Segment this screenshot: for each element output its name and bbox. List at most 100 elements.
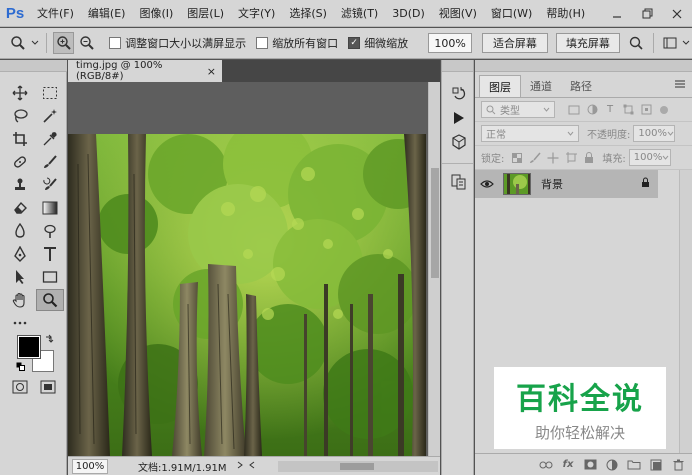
layers-scrollbar[interactable] (679, 170, 692, 453)
menu-type[interactable]: 文字(Y) (231, 0, 282, 27)
checkbox-unchecked[interactable] (109, 37, 122, 49)
fit-screen-button[interactable]: 适合屏幕 (481, 33, 548, 53)
menu-3d[interactable]: 3D(D) (385, 0, 432, 27)
workspace-icon[interactable] (660, 32, 681, 54)
rectangle-tool-icon[interactable] (36, 266, 64, 288)
default-colors-icon[interactable] (16, 362, 26, 375)
screen-mode-icon[interactable] (40, 380, 56, 397)
blur-tool-icon[interactable] (6, 220, 34, 242)
tab-layers[interactable]: 图层 (479, 75, 521, 97)
vertical-scrollbar[interactable] (428, 82, 440, 456)
fx-icon[interactable]: fx (560, 457, 576, 473)
hand-tool-icon[interactable] (6, 289, 34, 311)
chevron-down-icon[interactable] (29, 32, 40, 54)
foreground-color-swatch[interactable] (17, 335, 41, 359)
pen-tool-icon[interactable] (6, 243, 34, 265)
blend-mode-select[interactable]: 正常 (481, 125, 579, 142)
lasso-tool-icon[interactable] (6, 105, 34, 127)
3d-icon[interactable] (442, 130, 475, 154)
zoom-in-button[interactable] (53, 32, 75, 54)
tab-channels[interactable]: 通道 (521, 75, 561, 97)
menu-help[interactable]: 帮助(H) (539, 0, 592, 27)
close-icon[interactable]: × (207, 65, 216, 78)
new-group-icon[interactable] (626, 457, 642, 473)
close-icon[interactable] (662, 0, 692, 27)
adjustment-layer-icon[interactable] (604, 457, 620, 473)
menu-layer[interactable]: 图层(L) (180, 0, 231, 27)
more-tools-icon[interactable] (6, 312, 34, 334)
lock-position-icon[interactable] (544, 149, 562, 167)
add-mask-icon[interactable] (582, 457, 598, 473)
panel-menu-icon[interactable] (674, 78, 686, 92)
history-brush-tool-icon[interactable] (36, 174, 64, 196)
pixel-filter-icon[interactable] (565, 101, 583, 119)
zoom-value-field[interactable]: 100% (428, 33, 472, 53)
zoom-tool-icon[interactable] (36, 289, 64, 311)
quick-mask-icon[interactable] (12, 380, 28, 397)
menu-filter[interactable]: 滤镜(T) (334, 0, 385, 27)
history-icon[interactable] (442, 82, 475, 106)
zoom-out-button[interactable] (76, 32, 97, 54)
eye-icon[interactable] (475, 179, 499, 189)
type-filter-icon[interactable]: T (601, 101, 619, 119)
fill-field[interactable]: 100% (628, 149, 671, 166)
lock-artboard-icon[interactable] (562, 149, 580, 167)
scrollbar-thumb[interactable] (431, 168, 439, 278)
checkmark-icon[interactable]: ✓ (348, 37, 361, 49)
menu-select[interactable]: 选择(S) (282, 0, 334, 27)
menu-view[interactable]: 视图(V) (432, 0, 484, 27)
swap-colors-icon[interactable] (44, 334, 54, 347)
menu-image[interactable]: 图像(I) (132, 0, 180, 27)
resize-windows-checkbox[interactable]: 调整窗口大小以满屏显示 (109, 35, 246, 51)
scrubby-zoom-checkbox[interactable]: ✓ 细微缩放 (348, 35, 408, 51)
type-tool-icon[interactable] (36, 243, 64, 265)
lock-all-icon[interactable] (580, 149, 598, 167)
lock-pixels-icon[interactable] (526, 149, 544, 167)
shape-filter-icon[interactable] (619, 101, 637, 119)
chevron-down-icon[interactable] (681, 32, 692, 54)
path-selection-tool-icon[interactable] (6, 266, 34, 288)
delete-layer-icon[interactable] (670, 457, 686, 473)
crop-tool-icon[interactable] (6, 128, 34, 150)
dodge-tool-icon[interactable] (36, 220, 64, 242)
panel-grip[interactable] (0, 60, 67, 72)
panel-grip[interactable] (442, 60, 473, 72)
document-info[interactable]: 文档:1.91M/1.91M (138, 459, 227, 474)
properties-icon[interactable] (442, 170, 475, 194)
new-layer-icon[interactable] (648, 457, 664, 473)
zoom-tool-preset-icon[interactable] (8, 32, 29, 54)
restore-icon[interactable] (632, 0, 662, 27)
move-tool-icon[interactable] (6, 82, 34, 104)
magic-wand-tool-icon[interactable] (36, 105, 64, 127)
clone-stamp-tool-icon[interactable] (6, 174, 34, 196)
play-actions-icon[interactable] (442, 106, 475, 130)
document-tab[interactable]: timg.jpg @ 100%(RGB/8#) × (68, 60, 222, 82)
search-icon[interactable] (626, 32, 647, 54)
checkbox-unchecked[interactable] (256, 37, 269, 49)
layer-row[interactable]: 背景 (475, 170, 658, 198)
lock-transparent-icon[interactable] (508, 149, 526, 167)
tab-paths[interactable]: 路径 (561, 75, 601, 97)
marquee-tool-icon[interactable] (36, 82, 64, 104)
canvas-area[interactable] (68, 82, 428, 456)
healing-brush-tool-icon[interactable] (6, 151, 34, 173)
chevron-right-icon[interactable] (237, 461, 243, 472)
gradient-tool-icon[interactable] (36, 197, 64, 219)
opacity-field[interactable]: 100% (633, 125, 676, 142)
eyedropper-tool-icon[interactable] (36, 128, 64, 150)
chevron-left-icon[interactable] (248, 461, 255, 472)
smart-object-filter-icon[interactable] (637, 101, 655, 119)
filter-toggle-icon[interactable] (655, 101, 673, 119)
forest-photo[interactable] (68, 134, 426, 456)
menu-edit[interactable]: 编辑(E) (81, 0, 133, 27)
horizontal-scrollbar[interactable] (278, 460, 438, 472)
adjustment-filter-icon[interactable] (583, 101, 601, 119)
zoom-all-windows-checkbox[interactable]: 缩放所有窗口 (256, 35, 338, 51)
brush-tool-icon[interactable] (36, 151, 64, 173)
eraser-tool-icon[interactable] (6, 197, 34, 219)
menu-window[interactable]: 窗口(W) (484, 0, 539, 27)
link-layers-icon[interactable] (538, 457, 554, 473)
fill-screen-button[interactable]: 填充屏幕 (555, 33, 620, 53)
filter-kind-select[interactable]: 类型 (481, 101, 555, 118)
menu-file[interactable]: 文件(F) (30, 0, 81, 27)
